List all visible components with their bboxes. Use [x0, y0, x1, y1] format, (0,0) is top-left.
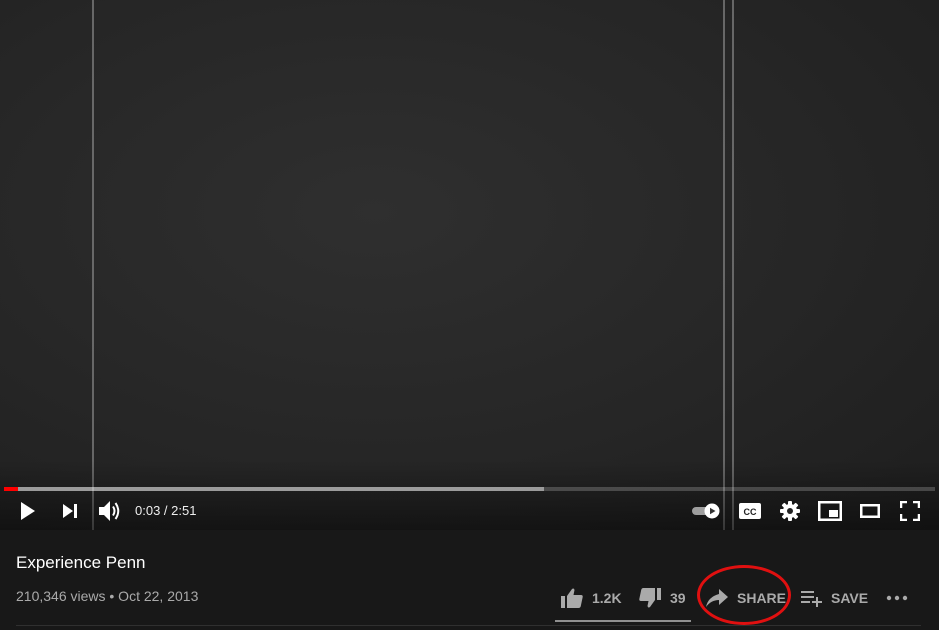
autoplay-toggle-icon — [692, 503, 720, 519]
progress-bar[interactable] — [4, 487, 935, 491]
share-button[interactable]: SHARE — [705, 582, 786, 614]
cc-icon: CC — [739, 503, 761, 519]
video-meta: 210,346 views • Oct 22, 2013 — [16, 588, 199, 604]
thumbs-down-icon — [639, 588, 661, 608]
more-actions-button[interactable] — [886, 582, 908, 614]
gear-icon — [780, 501, 800, 521]
progress-played — [4, 487, 18, 491]
share-label: SHARE — [737, 590, 787, 606]
miniplayer-icon — [818, 501, 842, 521]
save-label: SAVE — [831, 590, 869, 606]
video-title: Experience Penn — [16, 553, 146, 572]
time-display: 0:03 / 2:51 — [135, 503, 197, 518]
thumbs-up-icon — [561, 588, 583, 608]
play-button[interactable] — [13, 497, 41, 525]
video-frame-line — [723, 0, 725, 530]
video-frame-line — [732, 0, 734, 530]
sentiment-bar — [555, 620, 691, 622]
fullscreen-icon — [900, 501, 920, 521]
volume-button[interactable] — [96, 497, 124, 525]
more-horizontal-icon — [886, 595, 908, 601]
divider — [16, 625, 921, 626]
video-page: 0:03 / 2:51 CC Experience Penn 210,346 v… — [0, 0, 939, 630]
volume-icon — [99, 501, 120, 521]
video-player[interactable]: 0:03 / 2:51 CC — [0, 0, 939, 530]
theater-icon — [860, 504, 880, 518]
svg-text:CC: CC — [744, 507, 757, 517]
next-button[interactable] — [56, 497, 84, 525]
dislike-count: 39 — [670, 590, 686, 606]
share-icon — [706, 589, 728, 607]
subtitles-button[interactable]: CC — [737, 497, 763, 525]
theater-mode-button[interactable] — [856, 497, 884, 525]
progress-buffered — [4, 487, 544, 491]
save-button[interactable]: SAVE — [801, 582, 868, 614]
like-button[interactable]: 1.2K — [560, 582, 622, 614]
dislike-button[interactable]: 39 — [638, 582, 686, 614]
fullscreen-button[interactable] — [896, 497, 924, 525]
skip-next-icon — [63, 504, 77, 518]
video-frame-line — [92, 0, 94, 530]
autoplay-toggle[interactable] — [690, 497, 722, 525]
play-icon — [21, 502, 35, 520]
miniplayer-button[interactable] — [816, 497, 844, 525]
playlist-add-icon — [801, 591, 822, 607]
like-count: 1.2K — [592, 590, 622, 606]
settings-button[interactable] — [776, 497, 804, 525]
